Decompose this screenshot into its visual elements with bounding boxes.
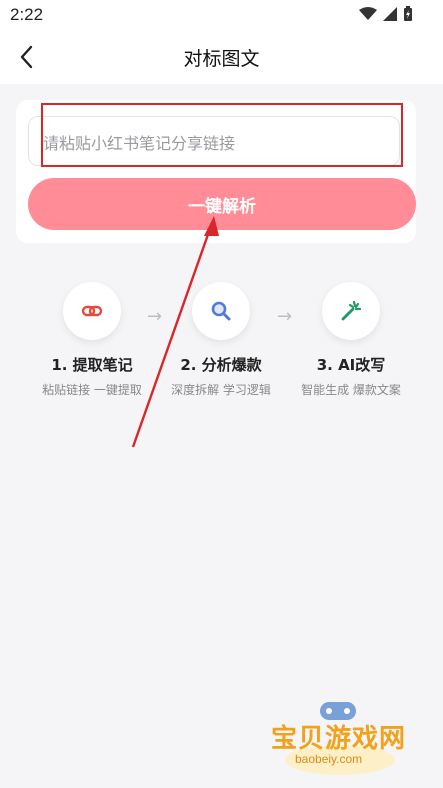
battery-icon [404, 6, 412, 21]
status-bar: 2:22 [0, 0, 443, 30]
link-icon [81, 305, 103, 317]
magic-wand-icon [341, 300, 362, 321]
step-icon-circle [192, 282, 250, 340]
page-title: 对标图文 [183, 48, 260, 70]
watermark-url: baobeiy.com [295, 752, 363, 766]
step-analyze: 2. 分析爆款 深度拆解 学习逻辑 [151, 282, 291, 398]
wifi-icon [359, 7, 377, 20]
step-desc: 深度拆解 学习逻辑 [171, 383, 271, 397]
parse-button[interactable]: 一键解析 [28, 178, 416, 230]
watermark-text: 宝贝游戏网 [271, 724, 407, 754]
step-rewrite: 3. AI改写 智能生成 爆款文案 [281, 282, 421, 398]
step-extract: 1. 提取笔记 粘贴链接 一键提取 [22, 282, 162, 398]
search-icon [211, 301, 231, 321]
steps-row: 1. 提取笔记 粘贴链接 一键提取 → 2. 分析爆款 深度拆解 学习逻辑 → … [0, 282, 443, 402]
nav-bar: 对标图文 [0, 30, 443, 84]
step-icon-circle [63, 282, 121, 340]
status-time: 2:22 [10, 5, 44, 24]
step-title: 1. 提取笔记 [51, 356, 133, 374]
step-title: 2. 分析爆款 [180, 356, 262, 374]
step-title: 3. AI改写 [316, 356, 386, 374]
annotation-box [41, 103, 403, 167]
signal-icon [383, 7, 397, 21]
status-icons [359, 6, 413, 22]
step-icon-circle [322, 282, 380, 340]
watermark: 宝贝游戏网 baobeiy.com [265, 700, 415, 780]
step-desc: 智能生成 爆款文案 [301, 383, 401, 397]
step-desc: 粘贴链接 一键提取 [42, 383, 142, 397]
